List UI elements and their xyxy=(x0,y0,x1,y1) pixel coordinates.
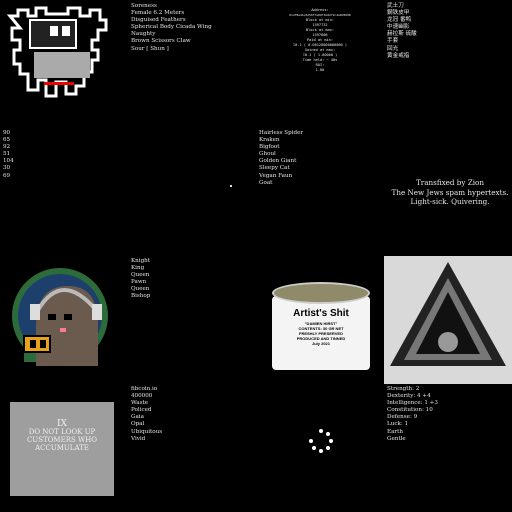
list-item: Golden Giant xyxy=(259,158,297,165)
can-body: Artist's Shit "DAMIEN HIRST" CONTENTS: 3… xyxy=(272,296,370,370)
list-item: Vivid xyxy=(131,435,146,442)
list-item: 90 xyxy=(3,130,11,136)
numbers-list: 90 65 92 51 104 30 69 xyxy=(3,130,14,180)
list-item: 51 xyxy=(3,151,11,158)
list-item: Kraken xyxy=(259,137,280,144)
list-item: Constitution: 10 xyxy=(387,407,433,414)
list-item: 回光 xyxy=(387,45,399,52)
list-item: Naughty xyxy=(131,31,156,38)
pixel-creature-tile[interactable] xyxy=(0,0,128,128)
list-item: Policed xyxy=(131,407,152,414)
list-item: 69 xyxy=(3,172,11,179)
info-line: 1.00 xyxy=(315,68,325,72)
list-item: Hairless Spider xyxy=(259,130,304,136)
list-item: Dexterity: 4 +4 xyxy=(387,393,431,400)
list-item: 400000 xyxy=(131,393,153,400)
plaque-numeral: IX xyxy=(57,419,67,429)
list-item: Spherical Body Cicada Wing xyxy=(131,24,212,31)
list-item: Disguised Feathers xyxy=(131,17,186,24)
list-item: Soreness xyxy=(131,3,157,9)
dot-glyph xyxy=(230,185,232,187)
plaque-line: DO NOT LOOK UP xyxy=(28,428,96,436)
list-item: Sleepy Cat xyxy=(259,165,290,172)
list-item: Vegan Faun xyxy=(259,172,293,179)
traits-list: Soreness Female 6.2 Meters Disguised Fea… xyxy=(131,3,212,53)
list-item: Female 6.2 Meters xyxy=(131,10,185,17)
list-item: Brown Scissors Claw xyxy=(131,38,191,45)
list-item: Pawn xyxy=(131,279,147,286)
list-item: Luck: 1 xyxy=(387,421,409,428)
triangle-art-image xyxy=(384,256,512,384)
list-item: 92 xyxy=(3,144,11,151)
list-item: Defense: 9 xyxy=(387,414,418,421)
loading-spinner-icon xyxy=(309,429,333,453)
poem-line: Light-sick. Quivering. xyxy=(410,197,490,206)
list-item: Bigfoot xyxy=(259,144,280,151)
list-item: fibcoin.io xyxy=(131,386,158,392)
list-item: 手套 xyxy=(387,38,399,45)
list-item: Queen xyxy=(131,286,150,293)
plaque-image: IX DO NOT LOOK UP CUSTOMERS WHO ACCUMULA… xyxy=(10,402,114,496)
creatures-list: Hairless Spider Kraken Bigfoot Ghoul Gol… xyxy=(259,130,303,187)
chess-list: Knight King Queen Pawn Queen Bishop xyxy=(131,258,150,301)
avatar-image xyxy=(12,268,108,366)
list-item: Bishop xyxy=(131,293,151,300)
list-item: Earth xyxy=(387,428,403,435)
chinese-items-list: 武士刀 鋼铁皮甲 龙冠 番鸭 中速幽影 赫拉斯 硫酸 手套 回光 黄金戒指 xyxy=(387,3,417,60)
words-list: fibcoin.io 400000 Waste Policed Gaia Opa… xyxy=(131,386,162,443)
list-item: Sour [ Shun ] xyxy=(131,45,169,52)
pixel-creature-image xyxy=(0,0,128,128)
poem-line: Transfixed by Zion xyxy=(415,178,484,187)
can-line: July 2021 xyxy=(311,341,330,346)
list-item: Goat xyxy=(259,179,273,186)
list-item: Opal xyxy=(131,421,145,428)
list-item: Intelligence: 1 +3 xyxy=(387,400,438,407)
triangle-art-tile[interactable] xyxy=(384,256,512,384)
list-item: 黄金戒指 xyxy=(387,52,410,59)
plaque-line: CUSTOMERS WHO xyxy=(26,436,98,444)
list-item: King xyxy=(131,265,145,272)
artist-can-tile[interactable]: Artist's Shit "DAMIEN HIRST" CONTENTS: 3… xyxy=(256,256,384,384)
list-item: Gaia xyxy=(131,414,144,421)
poem-line: The New Jews spam hypertexts. xyxy=(391,187,509,197)
poem-text: Transfixed by Zion The New Jews spam hyp… xyxy=(388,178,512,207)
plaque-tile[interactable]: IX DO NOT LOOK UP CUSTOMERS WHO ACCUMULA… xyxy=(0,384,128,512)
plaque-line: ACCUMULATE xyxy=(35,444,89,452)
list-item: Ghoul xyxy=(259,151,276,158)
avatar-tile[interactable] xyxy=(0,256,128,384)
stats-list: Strength: 2 Dexterity: 4 +4 Intelligence… xyxy=(387,386,438,443)
list-item: 65 xyxy=(3,137,11,144)
list-item: 104 xyxy=(3,158,14,165)
list-item: Gentle xyxy=(387,435,406,442)
list-item: 30 xyxy=(3,165,11,172)
list-item: Waste xyxy=(131,400,149,407)
list-item: Queen xyxy=(131,272,150,279)
list-item: Knight xyxy=(131,258,151,264)
can-title: Artist's Shit xyxy=(293,308,349,319)
can-lid xyxy=(272,282,370,304)
list-item: Ubiquitous xyxy=(131,428,163,435)
block-info-panel: Address: 0x4f8a4bc6d56f7a00f1b82f2c4a8d5… xyxy=(272,8,368,73)
list-item: Strength: 2 xyxy=(387,386,420,392)
